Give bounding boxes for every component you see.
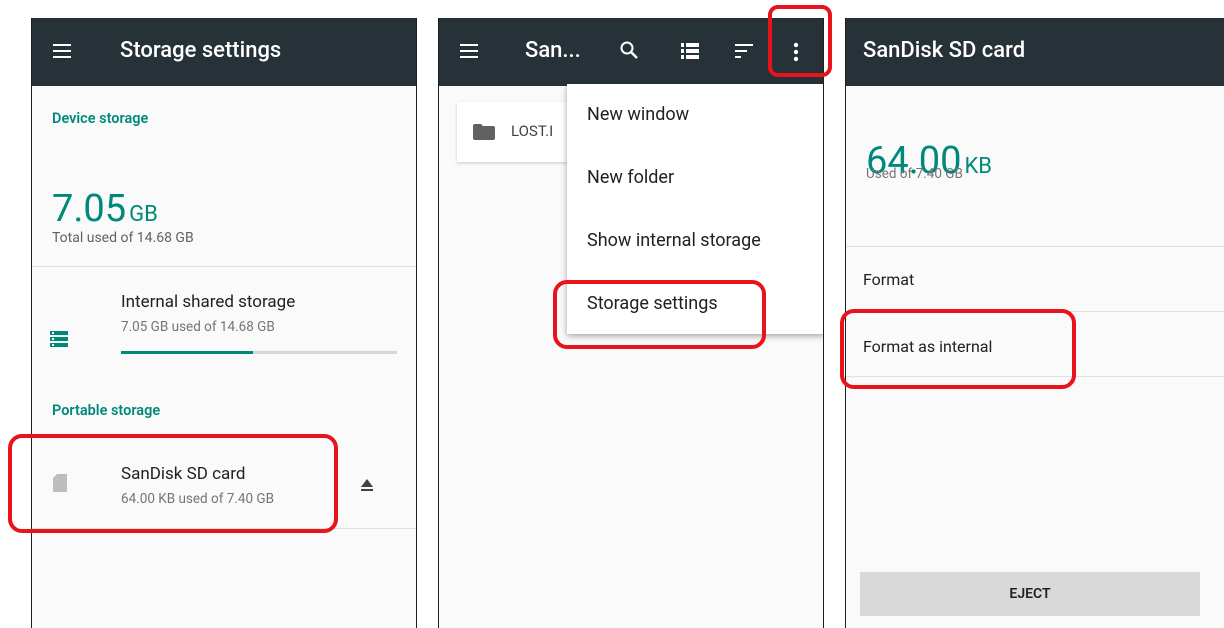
- portable-storage-header: Portable storage: [52, 402, 161, 419]
- sort-icon[interactable]: [735, 44, 753, 58]
- menu-icon[interactable]: [460, 44, 478, 58]
- file-browser-screen: San... LOST.I New window New folder Show…: [438, 18, 824, 628]
- total-used-text: Total used of 14.68 GB: [52, 230, 194, 246]
- folder-name: LOST.I: [511, 122, 554, 140]
- menu-icon[interactable]: [53, 44, 71, 58]
- folder-icon: [473, 124, 495, 140]
- format-as-internal-item[interactable]: Format as internal: [846, 312, 1224, 376]
- sd-used-of-text: Used of 7.40 GB: [866, 166, 963, 182]
- eject-icon[interactable]: [360, 478, 374, 492]
- sd-card-icon: [53, 474, 67, 492]
- divider: [846, 376, 1224, 377]
- format-label: Format: [863, 270, 915, 289]
- menu-item-new-folder[interactable]: New folder: [587, 167, 674, 188]
- storage-settings-screen: Storage settings Device storage 7.05 GB T…: [31, 18, 417, 628]
- storage-list-icon: [50, 331, 68, 347]
- app-bar: SanDisk SD card: [846, 18, 1224, 86]
- divider: [32, 528, 416, 529]
- device-used-amount: 7.05 GB: [52, 190, 158, 228]
- app-bar: San...: [439, 18, 823, 86]
- format-as-internal-label: Format as internal: [863, 337, 993, 356]
- format-item[interactable]: Format: [846, 247, 1224, 311]
- sd-card-subtitle: 64.00 KB used of 7.40 GB: [121, 491, 275, 507]
- search-icon[interactable]: [619, 40, 639, 60]
- device-storage-header: Device storage: [52, 110, 149, 127]
- internal-storage-progress-fill: [121, 351, 254, 354]
- page-title: Storage settings: [120, 38, 282, 63]
- page-title: San...: [525, 38, 581, 63]
- app-bar: Storage settings: [32, 18, 416, 86]
- sd-card-detail-screen: SanDisk SD card 64.00 KB Used of 7.40 GB …: [845, 18, 1224, 628]
- menu-item-new-window[interactable]: New window: [587, 104, 689, 125]
- internal-storage-title: Internal shared storage: [121, 292, 296, 312]
- eject-button[interactable]: EJECT: [860, 572, 1200, 616]
- device-used-unit: GB: [129, 202, 158, 227]
- list-view-icon[interactable]: [681, 43, 699, 59]
- page-title: SanDisk SD card: [863, 38, 1026, 63]
- sd-card-item[interactable]: SanDisk SD card 64.00 KB used of 7.40 GB: [32, 438, 416, 528]
- menu-item-storage-settings[interactable]: Storage settings: [587, 293, 718, 314]
- overflow-menu: New window New folder Show internal stor…: [567, 84, 823, 334]
- menu-item-show-internal-storage[interactable]: Show internal storage: [587, 230, 761, 251]
- internal-storage-progress: [121, 351, 397, 354]
- device-used-value: 7.05: [52, 187, 127, 231]
- internal-storage-item[interactable]: Internal shared storage 7.05 GB used of …: [32, 267, 416, 363]
- sd-card-title: SanDisk SD card: [121, 464, 246, 484]
- more-options-icon[interactable]: [793, 42, 799, 62]
- sd-used-unit: KB: [964, 154, 992, 179]
- internal-storage-subtitle: 7.05 GB used of 14.68 GB: [121, 319, 275, 335]
